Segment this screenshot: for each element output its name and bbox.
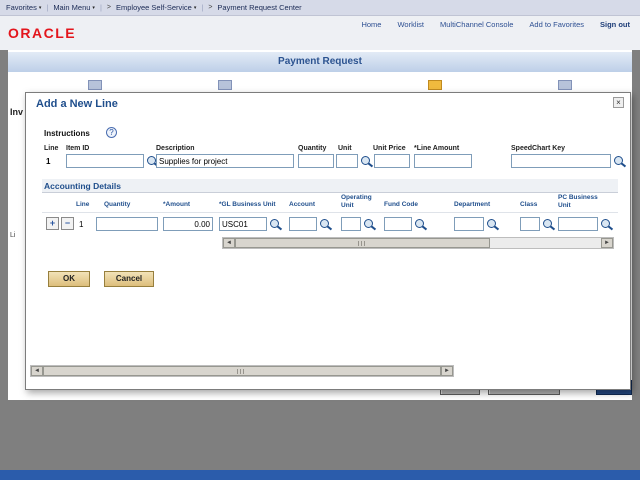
add-to-favorites-link[interactable]: Add to Favorites [529, 20, 584, 29]
line-label-partial: Li [10, 232, 15, 239]
breadcrumb-label: Favorites [6, 3, 37, 12]
col-operating-unit: Operating Unit [341, 194, 375, 209]
scroll-right-icon[interactable]: ► [441, 366, 453, 376]
close-icon[interactable]: × [613, 97, 624, 108]
col-department: Department [454, 201, 490, 209]
chevron-down-icon: ▾ [194, 5, 197, 11]
grid-header-divider [42, 212, 618, 213]
dialog-title: Add a New Line [36, 98, 118, 110]
separator: | [46, 3, 48, 12]
help-icon[interactable]: ? [106, 127, 117, 138]
speedchart-key-label: SpeedChart Key [511, 145, 565, 152]
cancel-button[interactable]: Cancel [104, 271, 154, 287]
row-department-field[interactable] [454, 217, 484, 231]
breadcrumb-arrow-icon: > [107, 4, 111, 11]
row-class-field[interactable] [520, 217, 540, 231]
line-number-value: 1 [46, 157, 50, 166]
fund-code-lookup-icon[interactable] [414, 217, 427, 231]
home-link[interactable]: Home [361, 20, 381, 29]
row-quantity-field[interactable] [96, 217, 158, 231]
line-amount-label: *Line Amount [414, 145, 459, 152]
breadcrumb-main-menu[interactable]: Main Menu ▾ [53, 3, 95, 12]
scrollbar-thumb[interactable] [235, 238, 490, 248]
row-line-value: 1 [79, 220, 83, 229]
ok-button[interactable]: OK [48, 271, 90, 287]
class-lookup-icon[interactable] [542, 217, 555, 231]
oracle-logo: ORACLE [8, 25, 76, 41]
row-account-field[interactable] [289, 217, 317, 231]
page-title: Payment Request [8, 52, 632, 72]
col-fund-code: Fund Code [384, 201, 418, 209]
progress-step [218, 80, 232, 90]
add-row-button[interactable]: + [46, 217, 59, 230]
breadcrumb-employee-self-service[interactable]: Employee Self-Service ▾ [116, 3, 196, 12]
row-amount-field[interactable] [163, 217, 213, 231]
scroll-right-icon[interactable]: ► [601, 238, 613, 248]
header-bar: ORACLE Home Worklist MultiChannel Consol… [0, 16, 640, 50]
col-account: Account [289, 201, 315, 209]
unit-label: Unit [338, 145, 352, 152]
quantity-field[interactable] [298, 154, 334, 168]
gl-business-unit-lookup-icon[interactable] [269, 217, 282, 231]
breadcrumb: Favorites ▾ | Main Menu ▾ | > Employee S… [0, 0, 640, 16]
description-label: Description [156, 145, 195, 152]
department-lookup-icon[interactable] [486, 217, 499, 231]
col-quantity: Quantity [104, 201, 130, 209]
invoice-section-label-partial: Inv [10, 107, 23, 117]
breadcrumb-label: Employee Self-Service [116, 3, 192, 12]
account-lookup-icon[interactable] [319, 217, 332, 231]
row-fund-code-field[interactable] [384, 217, 412, 231]
scroll-left-icon[interactable]: ◄ [31, 366, 43, 376]
unit-lookup-icon[interactable] [360, 154, 373, 168]
chevron-down-icon: ▾ [39, 5, 42, 11]
separator: | [100, 3, 102, 12]
grid-horizontal-scrollbar[interactable]: ◄ ► [222, 237, 614, 249]
remove-row-button[interactable]: − [61, 217, 74, 230]
dialog-horizontal-scrollbar[interactable]: ◄ ► [30, 365, 454, 377]
speedchart-key-field[interactable] [511, 154, 611, 168]
screen: Favorites ▾ | Main Menu ▾ | > Employee S… [0, 0, 640, 480]
accounting-details-section: Accounting Details [42, 179, 618, 193]
col-line: Line [76, 201, 89, 209]
unit-price-label: Unit Price [373, 145, 406, 152]
progress-step [558, 80, 572, 90]
breadcrumb-favorites[interactable]: Favorites ▾ [6, 3, 41, 12]
breadcrumb-label: Main Menu [53, 3, 90, 12]
line-amount-field[interactable] [414, 154, 472, 168]
bottom-bar [0, 470, 640, 480]
header-links: Home Worklist MultiChannel Console Add t… [361, 20, 630, 29]
scrollbar-thumb[interactable] [43, 366, 441, 376]
breadcrumb-label: Payment Request Center [217, 3, 301, 12]
add-new-line-dialog: Add a New Line × Instructions ? Line Ite… [25, 92, 631, 390]
pc-business-unit-lookup-icon[interactable] [600, 217, 613, 231]
instructions-label: Instructions [44, 129, 90, 138]
breadcrumb-arrow-icon: > [208, 4, 212, 11]
multichannel-console-link[interactable]: MultiChannel Console [440, 20, 513, 29]
item-id-label: Item ID [66, 145, 89, 152]
quantity-label: Quantity [298, 145, 326, 152]
description-field[interactable] [156, 154, 294, 168]
item-id-field[interactable] [66, 154, 144, 168]
row-gl-business-unit-field[interactable] [219, 217, 267, 231]
worklist-link[interactable]: Worklist [397, 20, 424, 29]
operating-unit-lookup-icon[interactable] [363, 217, 376, 231]
line-label: Line [44, 145, 58, 152]
separator: | [201, 3, 203, 12]
unit-field[interactable] [336, 154, 358, 168]
speedchart-lookup-icon[interactable] [613, 154, 626, 168]
row-pc-business-unit-field[interactable] [558, 217, 598, 231]
scroll-left-icon[interactable]: ◄ [223, 238, 235, 248]
accounting-details-title: Accounting Details [44, 181, 121, 191]
progress-step [88, 80, 102, 90]
col-amount: *Amount [163, 201, 190, 209]
chevron-down-icon: ▾ [92, 5, 95, 11]
col-gl-business-unit: *GL Business Unit [219, 201, 276, 209]
col-class: Class [520, 201, 537, 209]
unit-price-field[interactable] [374, 154, 410, 168]
row-operating-unit-field[interactable] [341, 217, 361, 231]
col-pc-business-unit: PC Business Unit [558, 194, 602, 209]
progress-step-active [428, 80, 442, 90]
sign-out-link[interactable]: Sign out [600, 20, 630, 29]
breadcrumb-payment-request-center[interactable]: Payment Request Center [217, 3, 301, 12]
